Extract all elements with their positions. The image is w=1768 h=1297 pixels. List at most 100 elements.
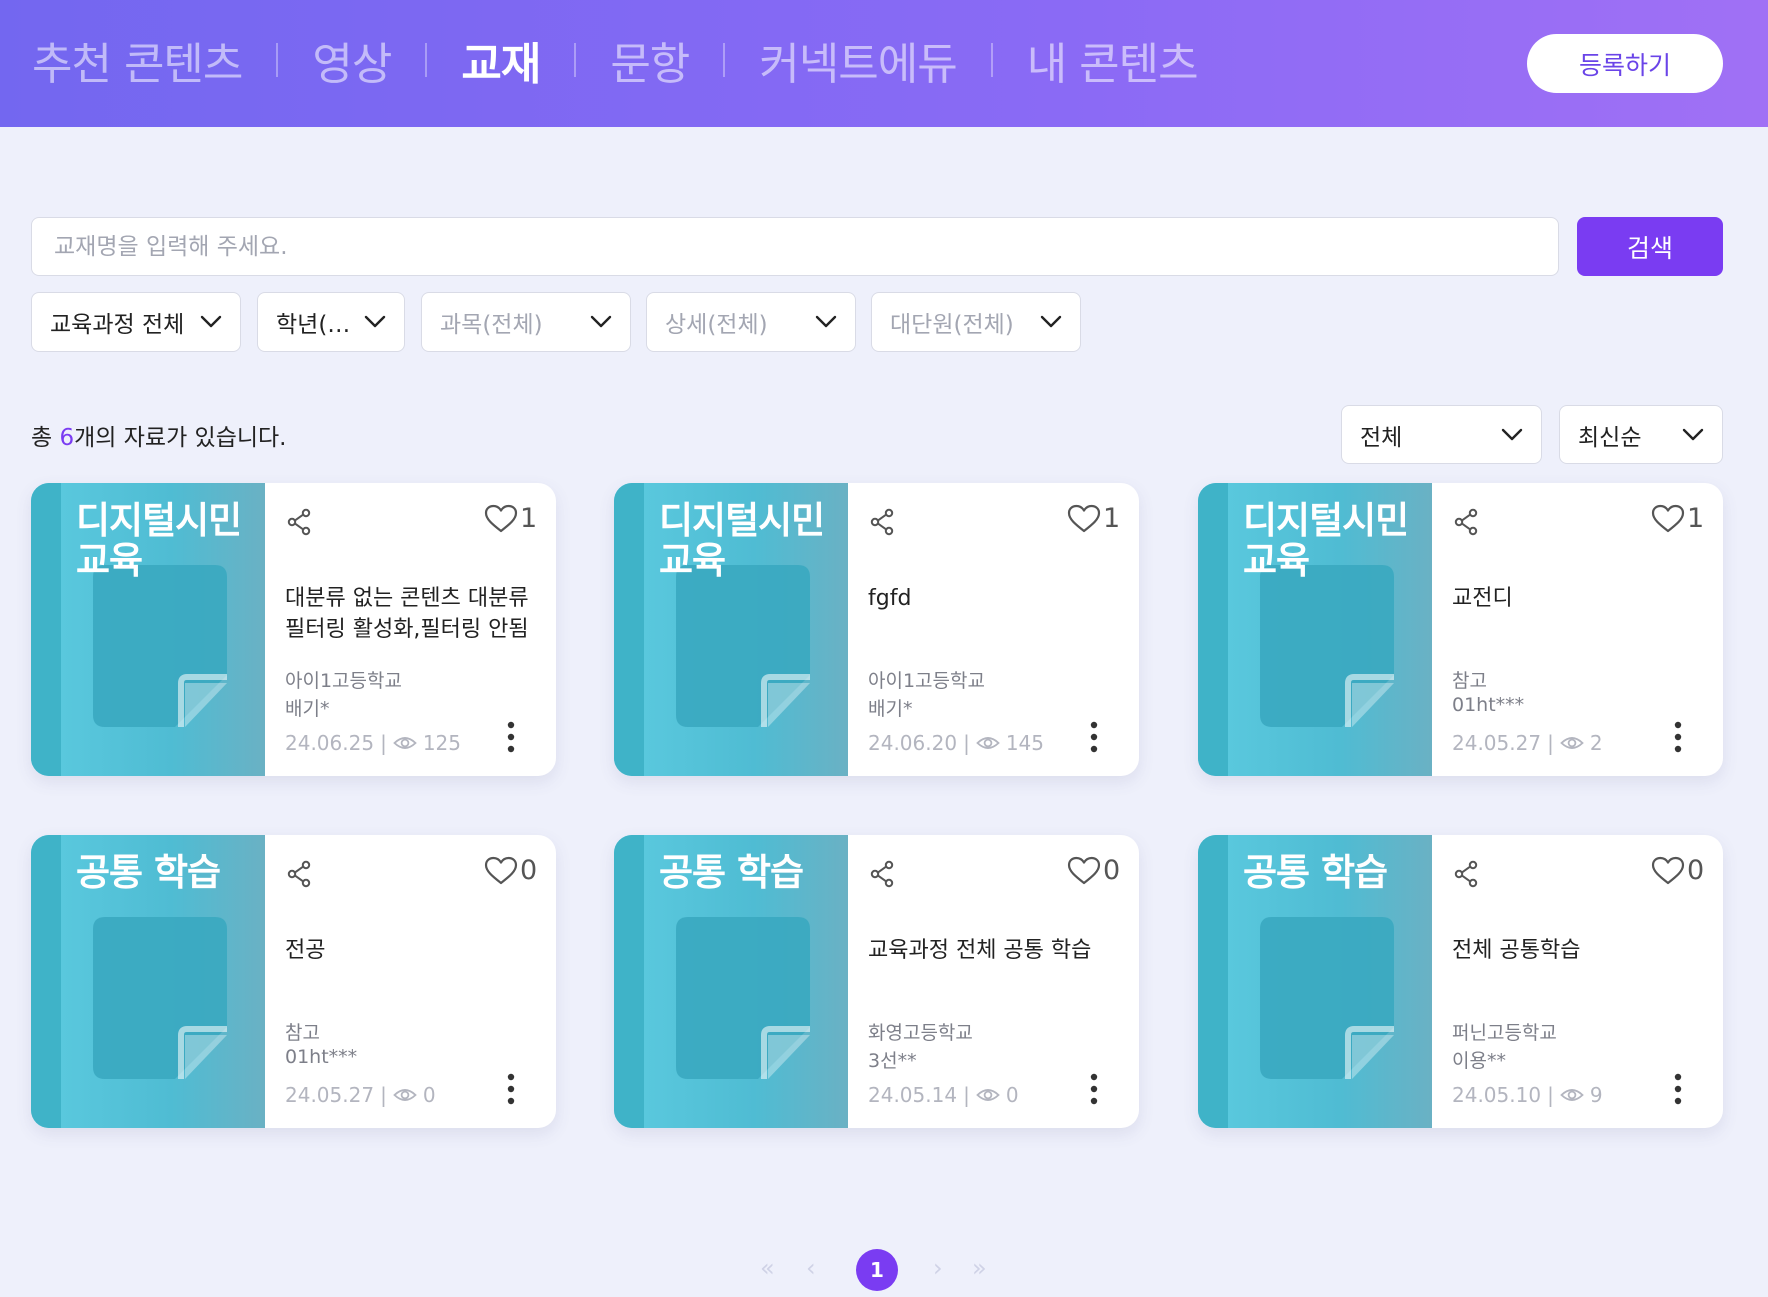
card-author: 01ht*** [1452,694,1525,716]
card-title[interactable]: fgfd [868,583,1118,614]
card-category-title: 공통 학습 [76,851,221,894]
top-navigation-bar: 추천 콘텐츠 영상 교재 문항 커넥트에듀 내 콘텐츠 등록하기 [0,0,1768,127]
book-spine [31,835,61,1128]
heart-icon [1067,856,1101,884]
card-title[interactable]: 교육과정 전체 공통 학습 [868,935,1118,966]
curriculum-filter-dropdown[interactable]: 교육과정 전체 [31,292,241,352]
share-icon[interactable] [286,860,312,888]
card-author: 이용** [1452,1050,1506,1072]
card-thumbnail: 공통 학습 [614,835,848,1128]
chevron-down-icon [815,315,837,328]
detail-filter-dropdown[interactable]: 상세(전체) [646,292,856,352]
chevron-down-icon [1501,428,1523,440]
content-card[interactable]: 디지털시민교육 1 fgfd 아이1고등학교 배기* 24.06.20 | 14… [614,483,1139,776]
dropdown-label: 전체 [1360,424,1403,451]
document-icon [1260,917,1394,1079]
like-count: 0 [1687,855,1705,886]
share-icon[interactable] [1453,508,1479,536]
more-options-icon[interactable] [1674,721,1682,753]
last-page-button[interactable]: » [972,1254,987,1282]
first-page-button[interactable]: « [760,1254,775,1282]
like-toggle[interactable]: 0 [484,855,537,886]
meta-separator: | [1547,731,1554,755]
like-toggle[interactable]: 1 [1651,503,1704,534]
share-icon[interactable] [869,860,895,888]
card-title[interactable]: 교전디 [1452,583,1702,614]
meta-separator: | [380,731,387,755]
document-icon [676,917,810,1079]
result-count-number: 6 [59,425,75,451]
nav-divider [723,43,726,77]
register-button[interactable]: 등록하기 [1527,34,1723,93]
nav-tab-video[interactable]: 영상 [312,28,392,92]
card-school: 참고 [1452,670,1487,692]
card-meta: 24.05.27 | 2 [1452,731,1603,755]
search-input[interactable] [31,217,1559,276]
nav-tab-textbook[interactable]: 교재 [461,28,541,92]
eye-icon [976,737,1000,749]
subject-filter-dropdown[interactable]: 과목(전체) [421,292,631,352]
dropdown-label: 대단원(전체) [890,312,1014,338]
content-card[interactable]: 공통 학습 0 교육과정 전체 공통 학습 화영고등학교 3선** 24.05.… [614,835,1139,1128]
share-icon[interactable] [869,508,895,536]
dropdown-label: 교육과정 전체 [50,312,185,338]
like-count: 0 [1103,855,1121,886]
dropdown-label: 학년(… [276,312,351,338]
result-count-prefix: 총 [31,425,60,451]
order-sort-dropdown[interactable]: 최신순 [1559,405,1723,464]
book-spine [1198,835,1228,1128]
more-options-icon[interactable] [507,1073,515,1105]
more-options-icon[interactable] [1674,1073,1682,1105]
more-options-icon[interactable] [1090,1073,1098,1105]
book-spine [31,483,61,776]
type-sort-dropdown[interactable]: 전체 [1341,405,1542,464]
result-count-suffix: 개의 자료가 있습니다. [74,425,287,451]
nav-tab-connect-edu[interactable]: 커넥트에듀 [759,28,957,92]
more-options-icon[interactable] [507,721,515,753]
nav-tab-recommended[interactable]: 추천 콘텐츠 [32,28,243,92]
card-date: 24.06.20 [868,731,958,755]
like-toggle[interactable]: 1 [1067,503,1120,534]
content-card[interactable]: 디지털시민교육 1 교전디 참고 01ht*** 24.05.27 | 2 [1198,483,1723,776]
book-spine [614,835,644,1128]
card-author: 3선** [868,1050,917,1072]
share-icon[interactable] [286,508,312,536]
like-toggle[interactable]: 1 [484,503,537,534]
book-spine [614,483,644,776]
search-button[interactable]: 검색 [1577,217,1723,276]
page-1-button[interactable]: 1 [856,1249,898,1291]
next-page-button[interactable]: › [933,1254,943,1282]
card-category-title: 공통 학습 [659,851,804,894]
content-card[interactable]: 공통 학습 0 전체 공통학습 퍼닌고등학교 이용** 24.05.10 | 9 [1198,835,1723,1128]
content-card[interactable]: 디지털시민교육 1 대분류 없는 콘텐츠 대분류 필터링 활성화,필터링 안됨 … [31,483,556,776]
card-date: 24.05.14 [868,1083,958,1107]
card-title[interactable]: 전체 공통학습 [1452,935,1702,966]
meta-separator: | [1547,1083,1554,1107]
card-date: 24.05.27 [1452,731,1542,755]
card-meta: 24.05.27 | 0 [285,1083,436,1107]
content-card[interactable]: 공통 학습 0 전공 참고 01ht*** 24.05.27 | 0 [31,835,556,1128]
like-toggle[interactable]: 0 [1651,855,1704,886]
card-thumbnail: 공통 학습 [1198,835,1432,1128]
card-view-count: 125 [422,731,461,755]
prev-page-button[interactable]: ‹ [806,1254,816,1282]
card-meta: 24.05.14 | 0 [868,1083,1019,1107]
nav-tab-questions[interactable]: 문항 [610,28,690,92]
card-thumbnail: 디지털시민교육 [614,483,848,776]
unit-filter-dropdown[interactable]: 대단원(전체) [871,292,1081,352]
like-toggle[interactable]: 0 [1067,855,1120,886]
heart-icon [1067,504,1101,532]
card-title[interactable]: 대분류 없는 콘텐츠 대분류 필터링 활성화,필터링 안됨 [285,583,535,645]
like-count: 0 [520,855,538,886]
card-view-count: 9 [1589,1083,1603,1107]
chevron-down-icon [1040,315,1062,328]
book-spine [1198,483,1228,776]
heart-icon [1651,504,1685,532]
nav-tab-my-content[interactable]: 내 콘텐츠 [1027,28,1199,92]
eye-icon [393,737,417,749]
more-options-icon[interactable] [1090,721,1098,753]
chevron-down-icon [590,315,612,328]
card-title[interactable]: 전공 [285,935,535,966]
grade-filter-dropdown[interactable]: 학년(… [257,292,405,352]
share-icon[interactable] [1453,860,1479,888]
